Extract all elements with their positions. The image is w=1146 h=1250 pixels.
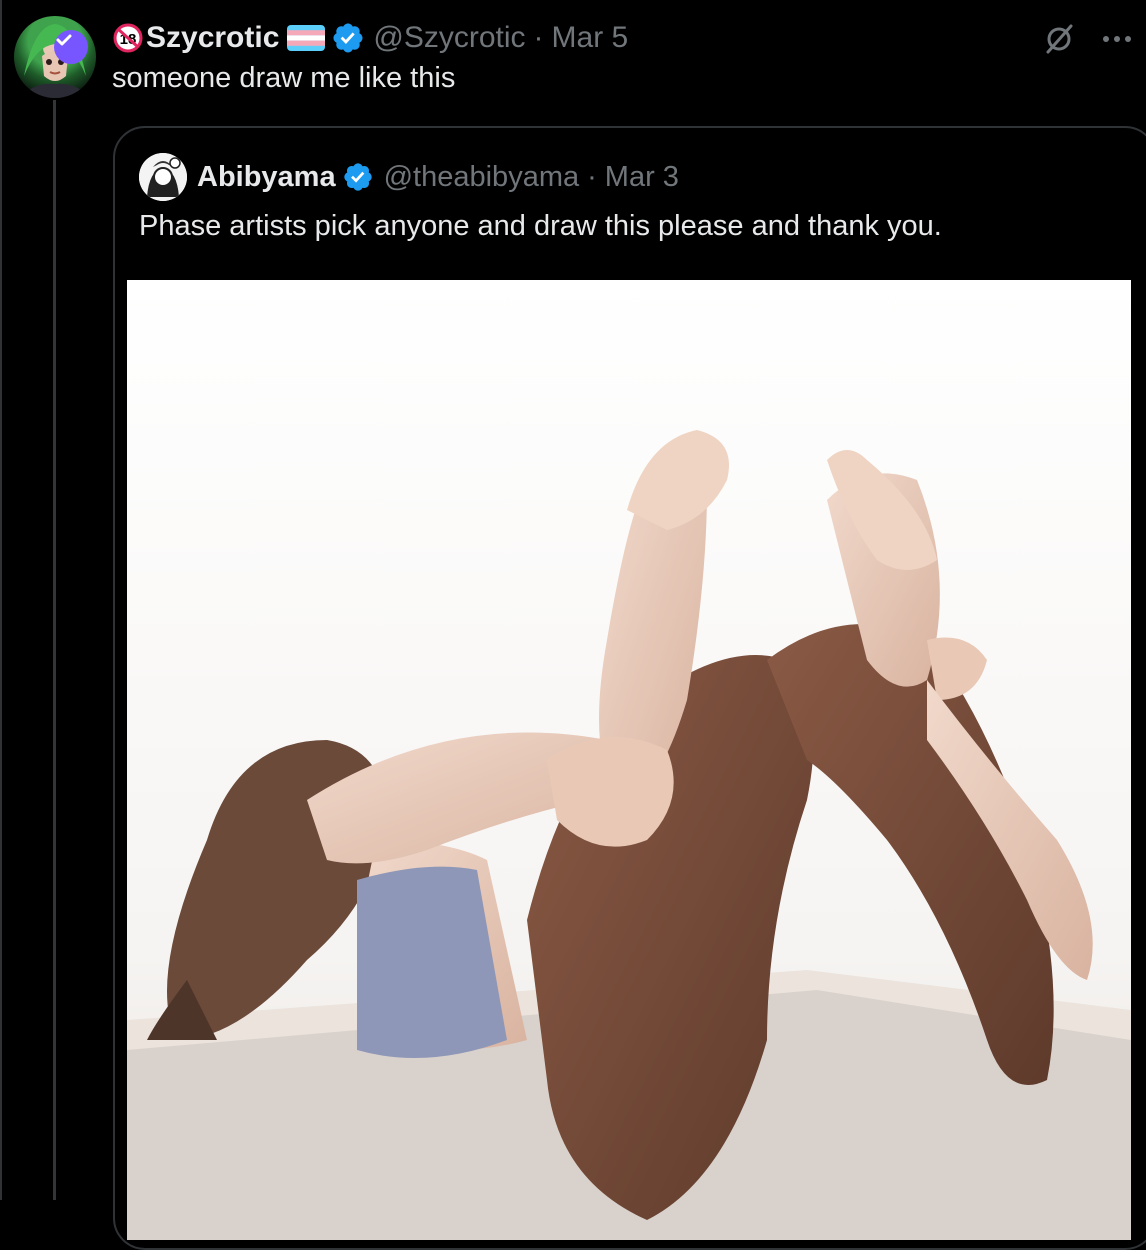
quoted-author-handle[interactable]: @theabibyama <box>384 161 580 194</box>
timeline-border <box>0 0 2 1200</box>
tweet-text: someone draw me like this <box>112 62 456 94</box>
author-avatar[interactable] <box>14 16 96 98</box>
trans-flag-icon <box>287 25 326 51</box>
tweet-actions <box>1042 22 1132 56</box>
more-options-icon[interactable] <box>1102 34 1132 44</box>
verified-badge-icon[interactable] <box>331 21 365 55</box>
photo-media <box>127 280 1131 1240</box>
tweet-header: 18 Szycrotic @Szycrotic · Mar 5 <box>112 18 628 58</box>
quoted-tweet-card[interactable]: Abibyama @theabibyama · Mar 3 Phase arti… <box>113 126 1146 1250</box>
quoted-verified-badge-icon[interactable] <box>342 161 374 193</box>
header-separator: · <box>533 21 544 54</box>
quoted-tweet-header: Abibyama @theabibyama · Mar 3 <box>139 150 679 204</box>
quoted-tweet-text: Phase artists pick anyone and draw this … <box>139 210 942 242</box>
tweet-date[interactable]: Mar 5 <box>552 21 629 55</box>
no-under-18-icon: 18 <box>112 22 144 54</box>
quoted-author-display-name[interactable]: Abibyama <box>197 161 336 194</box>
quoted-tweet-date[interactable]: Mar 3 <box>605 161 679 194</box>
grok-icon[interactable] <box>1042 22 1076 56</box>
author-display-name[interactable]: Szycrotic <box>146 21 279 55</box>
subscriber-badge-icon <box>54 30 88 64</box>
quoted-tweet-photo[interactable] <box>127 280 1131 1240</box>
thread-connector-line <box>53 100 56 1200</box>
author-handle[interactable]: @Szycrotic <box>373 21 525 55</box>
quoted-avatar-art <box>139 153 187 201</box>
quoted-header-separator: · <box>587 160 597 193</box>
quoted-author-avatar[interactable] <box>139 153 187 201</box>
